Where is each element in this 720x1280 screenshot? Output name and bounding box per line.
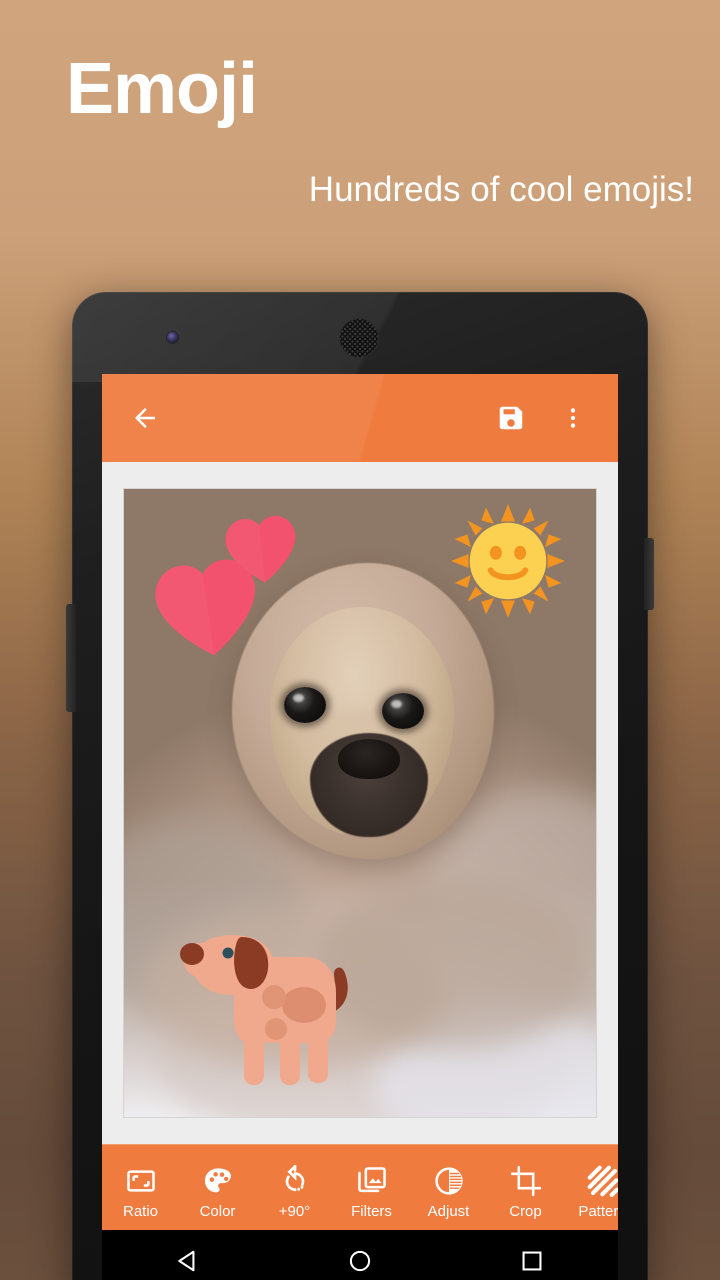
tool-label: Ratio [122, 1203, 159, 1220]
sticker-heart-small[interactable] [220, 511, 303, 594]
heart-icon [225, 515, 296, 583]
tool-label: Adjust [427, 1203, 470, 1220]
page-title: Emoji [66, 49, 258, 129]
earpiece-speaker-icon [340, 319, 378, 357]
tool-rotate[interactable]: +90° [256, 1145, 333, 1240]
tool-crop[interactable]: Crop [487, 1145, 564, 1240]
back-button[interactable] [114, 387, 176, 449]
app-bar [102, 374, 618, 462]
overflow-menu-button[interactable] [542, 387, 604, 449]
nav-home-button[interactable] [325, 1230, 395, 1280]
aspect-ratio-icon [126, 1170, 155, 1192]
dog-icon [180, 935, 348, 1085]
pug-eye-left [284, 687, 326, 723]
nav-back-button[interactable] [153, 1230, 223, 1280]
sticker-dog[interactable] [176, 923, 376, 1100]
save-button[interactable] [480, 387, 542, 449]
contrast-icon [434, 1167, 463, 1195]
pug-nose [338, 739, 400, 779]
tool-color[interactable]: Color [179, 1145, 256, 1240]
crop-icon [510, 1165, 541, 1197]
tool-label: +90° [278, 1203, 311, 1220]
volume-button [66, 604, 76, 712]
sun-smiley-icon [451, 504, 565, 618]
pattern-stripes-icon [587, 1165, 618, 1197]
sticker-sun-smiley[interactable] [450, 503, 566, 624]
photo-library-icon [357, 1167, 386, 1193]
tool-label: Color [199, 1203, 236, 1220]
front-camera-icon [167, 332, 178, 343]
tool-adjust[interactable]: Adjust [410, 1145, 487, 1240]
tool-label: Pattern [578, 1203, 618, 1220]
save-floppy-icon [499, 406, 523, 430]
nav-home-circle-icon [349, 1250, 371, 1272]
phone-screen: Ratio Color +90° Filters Adjust Crop Pat… [102, 374, 618, 1280]
more-vertical-icon [570, 408, 576, 428]
photo-preview[interactable] [124, 489, 596, 1117]
tool-label: Crop [509, 1203, 542, 1220]
nav-back-triangle-icon [178, 1250, 195, 1272]
android-nav-bar [102, 1230, 618, 1280]
tool-ratio[interactable]: Ratio [102, 1145, 179, 1240]
editor-toolbar: Ratio Color +90° Filters Adjust Crop Pat… [102, 1144, 618, 1240]
nav-recents-button[interactable] [497, 1230, 567, 1280]
tool-label: Filters [351, 1203, 392, 1220]
nav-recents-square-icon [522, 1251, 542, 1271]
palette-icon [204, 1168, 231, 1193]
editor-canvas[interactable] [102, 462, 618, 1144]
page-subtitle: Hundreds of cool emojis! [308, 170, 694, 209]
phone-mockup: Ratio Color +90° Filters Adjust Crop Pat… [66, 292, 654, 1280]
tool-pattern[interactable]: Pattern [564, 1145, 618, 1240]
tool-filters[interactable]: Filters [333, 1145, 410, 1240]
power-button [644, 538, 654, 610]
pug-eye-right [382, 693, 424, 729]
back-arrow-icon [135, 408, 155, 428]
rotate-right-icon [285, 1165, 304, 1192]
